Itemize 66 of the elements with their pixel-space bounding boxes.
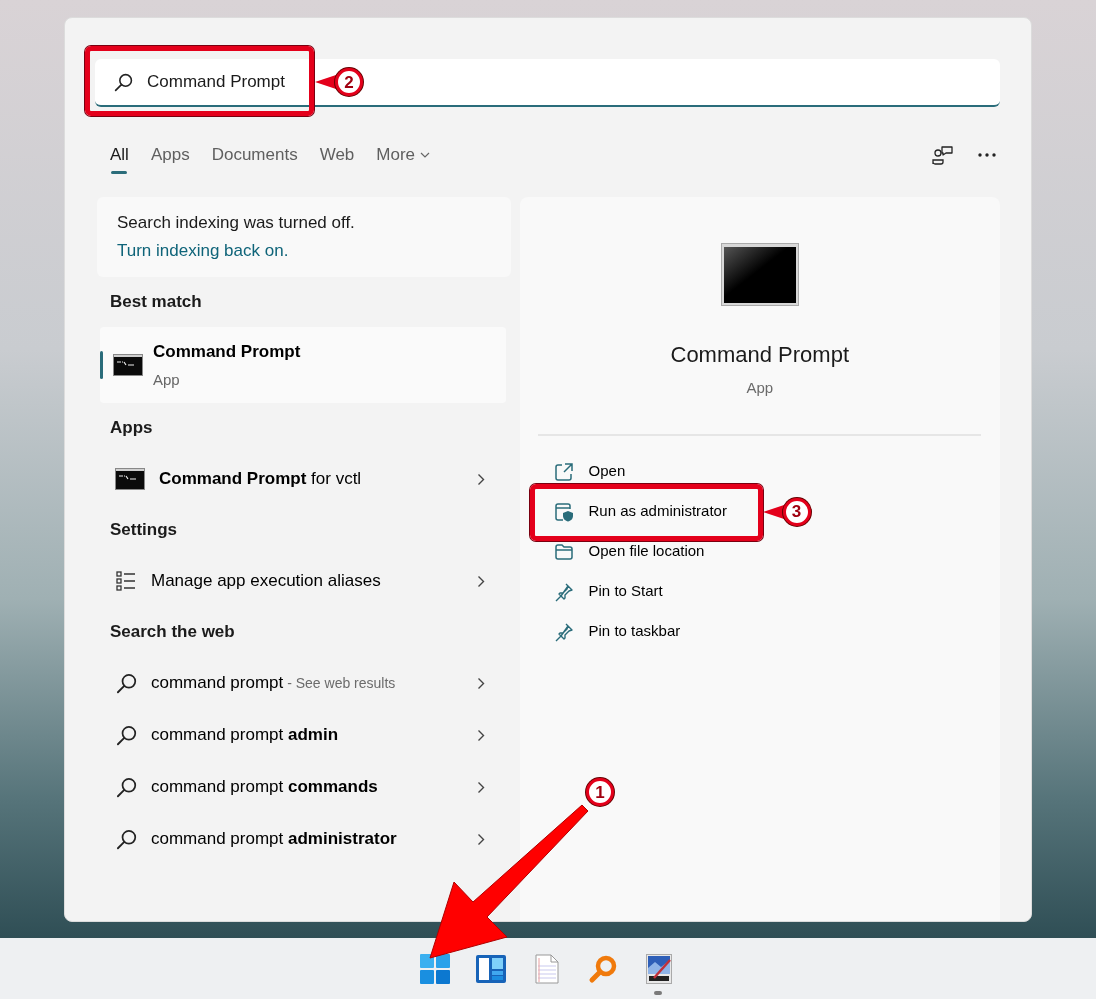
chevron-right-icon bbox=[476, 472, 485, 486]
section-heading: Settings bbox=[109, 519, 179, 541]
action-item[interactable]: Open file location bbox=[519, 531, 711, 572]
result-row[interactable]: Command Prompt for vctl bbox=[97, 453, 511, 505]
image-editor-icon bbox=[646, 953, 672, 984]
folder-icon bbox=[553, 541, 574, 562]
result-text: command prompt admin bbox=[151, 724, 340, 747]
result-row[interactable]: Manage app execution aliases bbox=[97, 555, 511, 607]
result-text: command prompt administrator bbox=[151, 828, 398, 851]
result-row[interactable]: command prompt administrator bbox=[97, 813, 511, 865]
detail-title: Command Prompt bbox=[670, 341, 849, 369]
widgets-icon bbox=[476, 954, 506, 983]
search-icon bbox=[115, 672, 137, 694]
filter-tab[interactable]: Web bbox=[319, 135, 355, 175]
document-icon bbox=[535, 953, 559, 984]
result-text: Manage app execution aliases bbox=[151, 570, 382, 593]
result-text: Command Prompt for vctl bbox=[159, 468, 363, 491]
action-item[interactable]: Pin to Start bbox=[519, 571, 669, 612]
search-icon bbox=[113, 72, 133, 92]
section-heading: Best match bbox=[109, 291, 203, 313]
chevron-right-icon bbox=[476, 832, 485, 846]
console-icon bbox=[115, 468, 145, 490]
search-icon bbox=[115, 828, 137, 850]
console-window-icon bbox=[720, 243, 799, 306]
result-row[interactable]: command prompt commands bbox=[97, 761, 511, 813]
person-chat-icon bbox=[932, 145, 954, 165]
chevron-right-icon bbox=[476, 676, 485, 690]
result-row[interactable]: command prompt admin bbox=[97, 709, 511, 761]
section-heading: Apps bbox=[109, 417, 154, 439]
result-text: command prompt - See web results bbox=[151, 672, 397, 695]
chevron-right-icon bbox=[476, 780, 485, 794]
shield-window-icon bbox=[553, 501, 574, 522]
action-item[interactable]: Pin to taskbar bbox=[519, 611, 687, 652]
filter-tab[interactable]: Documents bbox=[211, 135, 298, 175]
action-item[interactable]: Run as administrator bbox=[519, 491, 733, 532]
search-icon bbox=[115, 776, 137, 798]
best-match-item[interactable]: Command Prompt App bbox=[100, 327, 506, 403]
pin-icon bbox=[553, 621, 574, 642]
chevron-right-icon bbox=[476, 728, 485, 742]
magnifier-icon bbox=[588, 953, 618, 984]
external-link-icon bbox=[553, 461, 574, 482]
item-title: Command Prompt bbox=[153, 341, 301, 363]
taskbar-button[interactable] bbox=[643, 952, 675, 985]
windows-logo-icon bbox=[420, 953, 450, 984]
notice-text: Search indexing was turned off. bbox=[117, 212, 356, 234]
detail-subtitle: App bbox=[746, 378, 774, 398]
pin-icon bbox=[553, 581, 574, 602]
taskbar-button[interactable] bbox=[475, 952, 507, 985]
list-icon bbox=[115, 570, 137, 592]
filter-tab[interactable]: All bbox=[110, 135, 129, 175]
result-row[interactable]: command prompt - See web results bbox=[97, 657, 511, 709]
indexing-link[interactable]: Turn indexing back on. bbox=[117, 241, 289, 260]
section-heading: Search the web bbox=[109, 621, 236, 643]
item-subtitle: App bbox=[153, 369, 181, 390]
filter-tab[interactable]: More bbox=[376, 135, 431, 175]
more-icon bbox=[978, 153, 996, 157]
selection-indicator bbox=[100, 351, 103, 379]
console-icon bbox=[113, 354, 143, 376]
chevron-down-icon bbox=[420, 152, 431, 158]
filter-tab[interactable]: Apps bbox=[150, 135, 190, 175]
step-number: 3 bbox=[782, 497, 811, 526]
search-text: Command Prompt bbox=[147, 71, 285, 94]
action-item[interactable]: Open bbox=[519, 451, 632, 492]
result-text: command prompt commands bbox=[151, 776, 379, 799]
chevron-right-icon bbox=[476, 574, 485, 588]
search-icon bbox=[115, 724, 137, 746]
